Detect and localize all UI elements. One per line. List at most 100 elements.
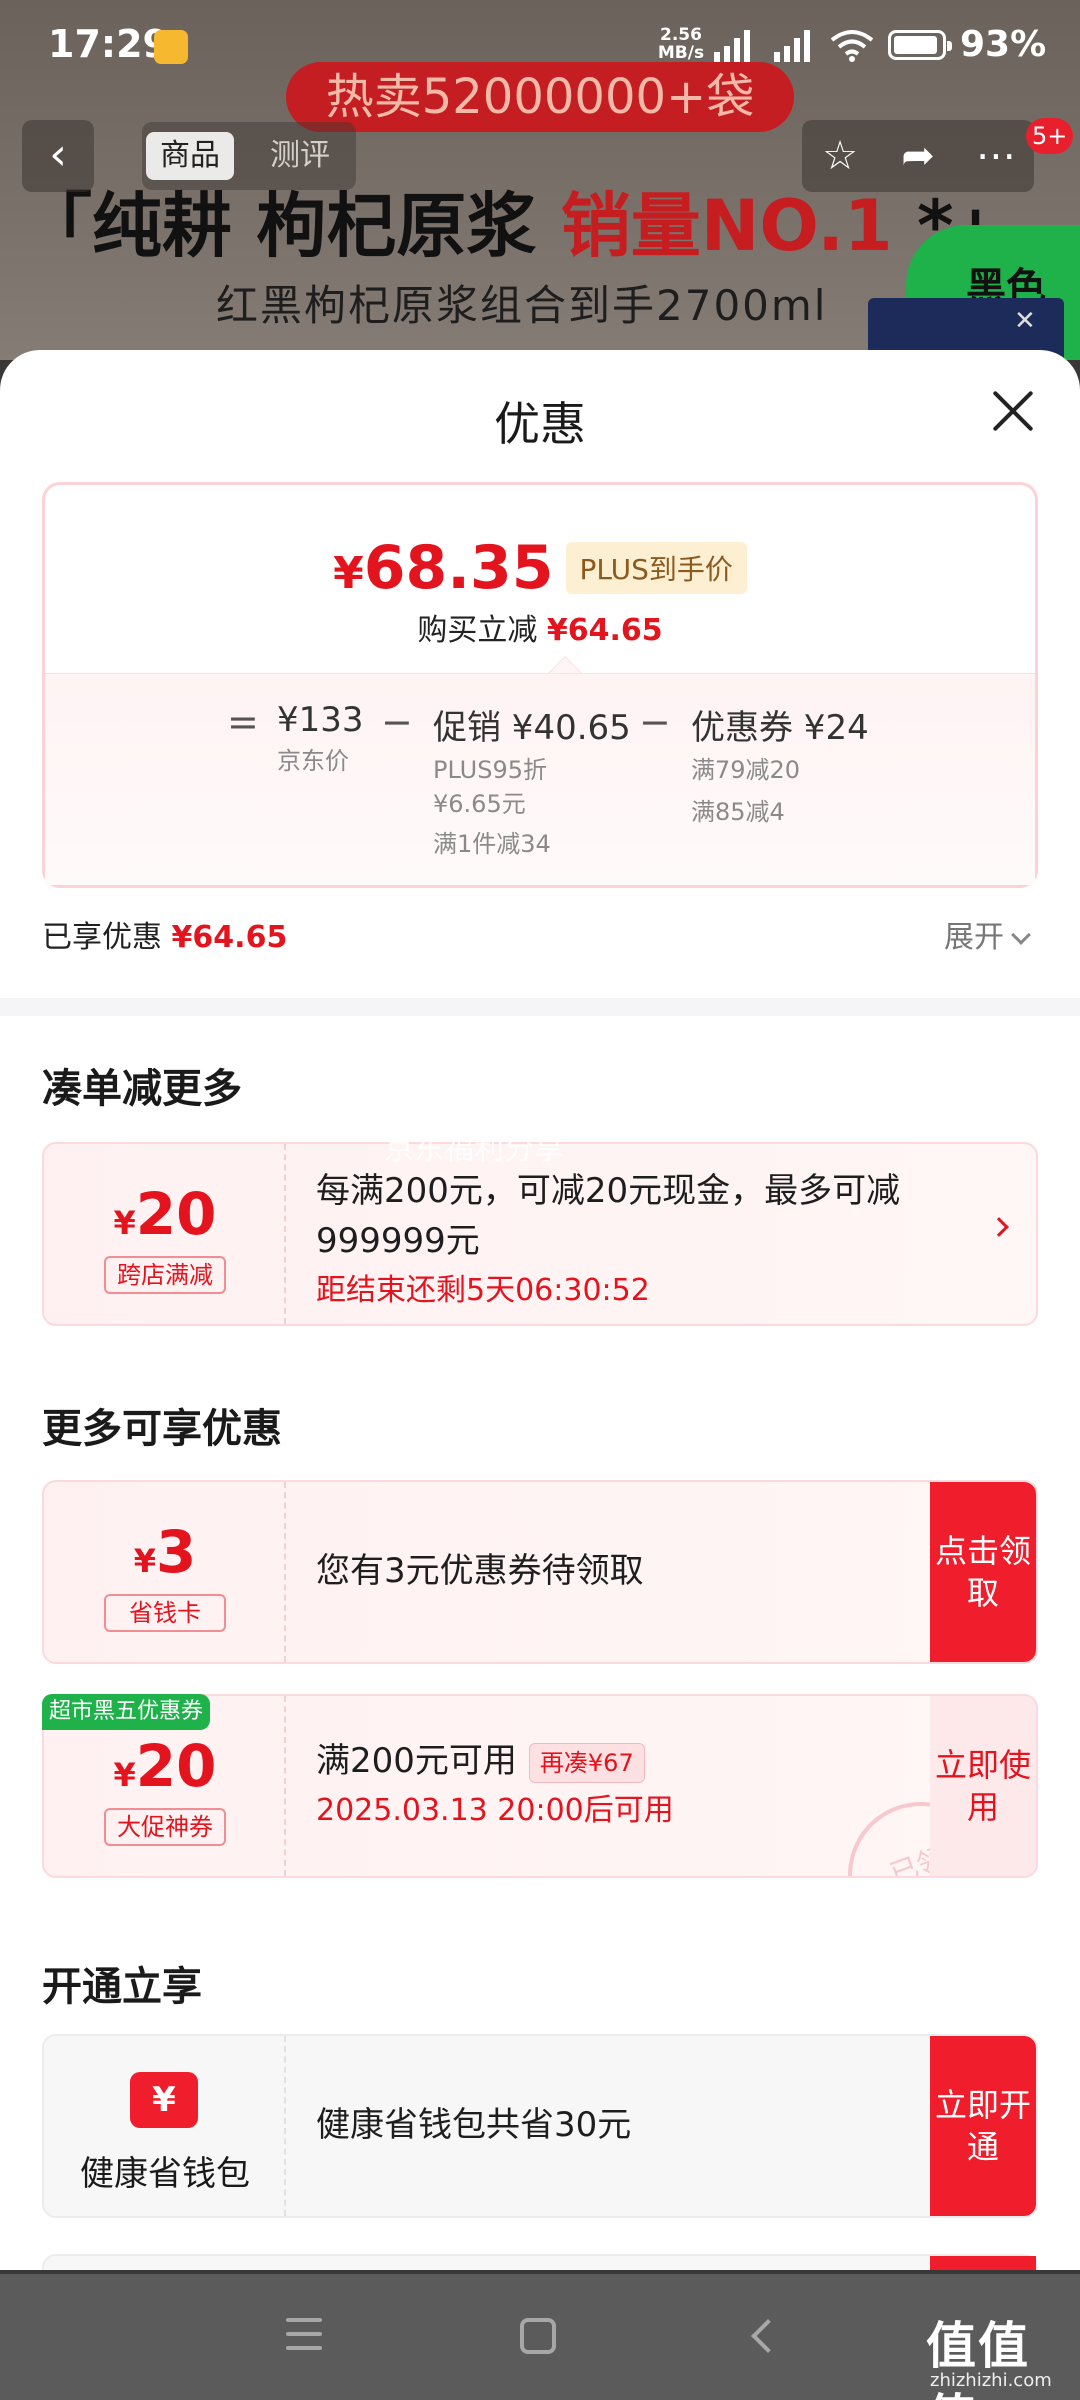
coupon-type-tag: 大促神券 xyxy=(104,1808,226,1846)
battery-percent: 93% xyxy=(960,24,1047,65)
favorite-star-icon[interactable]: ☆ xyxy=(802,120,878,192)
enjoyed-discount: 已享优惠 ¥64.65 xyxy=(42,912,287,956)
section-title-more-discounts: 更多可享优惠 xyxy=(42,1406,282,1452)
coupon-amount: ¥20 xyxy=(44,1732,286,1800)
promo-amount: 促销 ¥40.65 xyxy=(433,708,631,748)
instant-discount-row: 购买立减 ¥64.65 xyxy=(45,605,1035,649)
status-bar: 17:29 2.56 MB/s 93% xyxy=(0,0,1080,96)
coupon-value-area: ¥3 省钱卡 xyxy=(44,1482,286,1662)
network-speed: 2.56 MB/s xyxy=(656,26,706,62)
chevron-left-icon: ‹ xyxy=(49,129,67,180)
back-button[interactable]: ‹ xyxy=(22,120,94,192)
wallet-name: 健康省钱包 xyxy=(80,2154,250,2194)
open-now-button[interactable]: 立即开通 xyxy=(930,2036,1036,2216)
coupon-type-tag: 跨店满减 xyxy=(104,1256,226,1294)
savings-card-coupon: ¥3 省钱卡 您有3元优惠券待领取 点击领取 xyxy=(42,1480,1038,1664)
jd-price-amount: ¥133 xyxy=(277,700,364,740)
coupon-type-tag: 省钱卡 xyxy=(104,1594,226,1632)
add-more-tag: 再凑¥67 xyxy=(528,1742,645,1783)
headline-sales-rank: 销量NO.1 xyxy=(560,185,893,267)
thumbnail-close-icon[interactable]: ✕ xyxy=(1014,306,1036,336)
tab-goods[interactable]: 商品 xyxy=(146,132,234,180)
coupon-condition-text: 满200元可用 xyxy=(316,1741,517,1781)
price-top: ¥68.35 PLUS到手价 购买立减 ¥64.65 xyxy=(45,485,1035,673)
claim-button[interactable]: 点击领取 xyxy=(930,1482,1036,1662)
product-subline: 红黑枸杞原浆组合到手2700ml xyxy=(216,281,828,330)
headline-prefix: 「纯耕 枸杞原浆 xyxy=(22,185,561,267)
expand-label: 展开 xyxy=(944,920,1004,955)
instant-discount-value: ¥64.65 xyxy=(546,613,663,648)
price-breakdown: = ¥133 京东价 − 促销 ¥40.65 PLUS95折 ¥6.65元 满1… xyxy=(45,673,1035,885)
next-card-partial xyxy=(42,2254,1038,2270)
coupon-description: 每满200元，可减20元现金，最多可减999999元 距结束还剩5天06:30:… xyxy=(316,1166,996,1316)
yen-symbol: ¥ xyxy=(133,1542,156,1580)
final-price: ¥68.35 xyxy=(333,533,553,603)
coupon-amount-value: 3 xyxy=(155,1518,197,1586)
minus-sign-1: − xyxy=(381,700,413,744)
coupon-detail-1: 满79减20 xyxy=(691,756,801,784)
home-icon[interactable] xyxy=(520,2318,556,2354)
net-speed-unit: MB/s xyxy=(657,43,705,63)
status-time: 17:29 xyxy=(48,22,169,66)
more-menu-icon[interactable]: ⋯ xyxy=(958,120,1034,192)
yen-symbol: ¥ xyxy=(333,548,364,599)
coupon-amount: ¥3 xyxy=(44,1518,286,1586)
section-title-more-orders: 凑单减更多 xyxy=(42,1066,242,1112)
equals-sign: = xyxy=(227,700,259,744)
promo-detail-1: PLUS95折 xyxy=(433,756,547,784)
faint-watermark: 京东福利分享 xyxy=(384,1132,564,1167)
back-nav-icon[interactable] xyxy=(751,2319,785,2353)
coupon-rule-text: 每满200元，可减20元现金，最多可减999999元 xyxy=(316,1171,901,1261)
sheet-title: 优惠 xyxy=(494,397,586,451)
yen-symbol: ¥ xyxy=(113,1204,136,1242)
coupon-amount: 优惠券 ¥24 xyxy=(691,708,869,748)
wallet-description: 健康省钱包共省30元 xyxy=(316,2105,632,2145)
coupon-discount: 优惠券 ¥24 满79减20 满85减4 xyxy=(691,700,869,829)
health-wallet-card: ¥ 健康省钱包 健康省钱包共省30元 立即开通 xyxy=(42,2034,1038,2218)
cross-store-coupon[interactable]: ¥20 跨店满减 每满200元，可减20元现金，最多可减999999元 距结束还… xyxy=(42,1142,1038,1326)
coupon-description: 您有3元优惠券待领取 xyxy=(316,1551,644,1591)
discount-sheet: 优惠 ¥68.35 PLUS到手价 购买立减 ¥64.65 = ¥133 京东价 … xyxy=(0,350,1080,2270)
coupon-value-area: ¥20 跨店满减 xyxy=(44,1144,286,1324)
jd-price-label: 京东价 xyxy=(277,747,349,775)
yen-symbol: ¥ xyxy=(113,1756,136,1794)
coupon-amount-value: 20 xyxy=(135,1180,217,1248)
notification-badge: 5+ xyxy=(1026,118,1074,154)
promo-discount: 促销 ¥40.65 PLUS95折 ¥6.65元 满1件减34 xyxy=(433,700,631,861)
section-divider xyxy=(0,998,1080,1016)
minus-sign-2: − xyxy=(639,700,671,744)
coupon-countdown: 距结束还剩5天06:30:52 xyxy=(316,1273,650,1308)
plus-price-tag: PLUS到手价 xyxy=(565,542,747,594)
app-notification-icon xyxy=(154,30,188,64)
close-icon[interactable] xyxy=(990,388,1036,434)
coupon-condition: 满200元可用 再凑¥67 xyxy=(316,1736,996,1786)
promo-detail-3: 满1件减34 xyxy=(433,830,551,858)
system-nav-bar xyxy=(0,2274,1080,2400)
final-price-row: ¥68.35 PLUS到手价 xyxy=(45,533,1035,603)
use-now-button[interactable]: 立即使用 xyxy=(930,1696,1036,1876)
wifi-icon xyxy=(830,30,874,62)
final-price-value: 68.35 xyxy=(363,533,554,603)
site-watermark-url: zhizhizhi.com xyxy=(930,2370,1052,2391)
signal-icon-2 xyxy=(774,30,810,62)
coupon-detail-2: 满85减4 xyxy=(691,798,785,826)
enjoyed-label: 已享优惠 xyxy=(42,920,162,955)
battery-icon xyxy=(888,30,952,60)
net-speed-value: 2.56 xyxy=(660,25,702,45)
wallet-brand-area: ¥ 健康省钱包 xyxy=(44,2036,286,2216)
chevron-down-icon xyxy=(1011,925,1031,945)
instant-discount-label: 购买立减 xyxy=(417,613,538,648)
price-summary-card: ¥68.35 PLUS到手价 购买立减 ¥64.65 = ¥133 京东价 − 促… xyxy=(42,482,1038,888)
top-actions: ☆ ➦ ⋯ xyxy=(802,120,1034,192)
tab-review[interactable]: 测评 xyxy=(256,132,344,180)
recent-apps-icon[interactable] xyxy=(282,2314,326,2358)
promo-detail-2: ¥6.65元 xyxy=(433,790,526,818)
next-card-button[interactable] xyxy=(930,2256,1036,2270)
share-icon[interactable]: ➦ xyxy=(880,120,956,192)
jd-price: ¥133 京东价 xyxy=(277,700,364,778)
promo-coupon-badge: 超市黑五优惠券 xyxy=(42,1694,210,1730)
expand-button[interactable]: 展开 xyxy=(944,912,1031,956)
screen: 热卖52000000+袋 「纯耕 枸杞原浆 销量NO.1 *」 红黑枸杞原浆组合… xyxy=(0,0,1080,2400)
section-title-open-enjoy: 开通立享 xyxy=(42,1964,202,2010)
page-tabs: 商品 测评 xyxy=(142,122,356,190)
